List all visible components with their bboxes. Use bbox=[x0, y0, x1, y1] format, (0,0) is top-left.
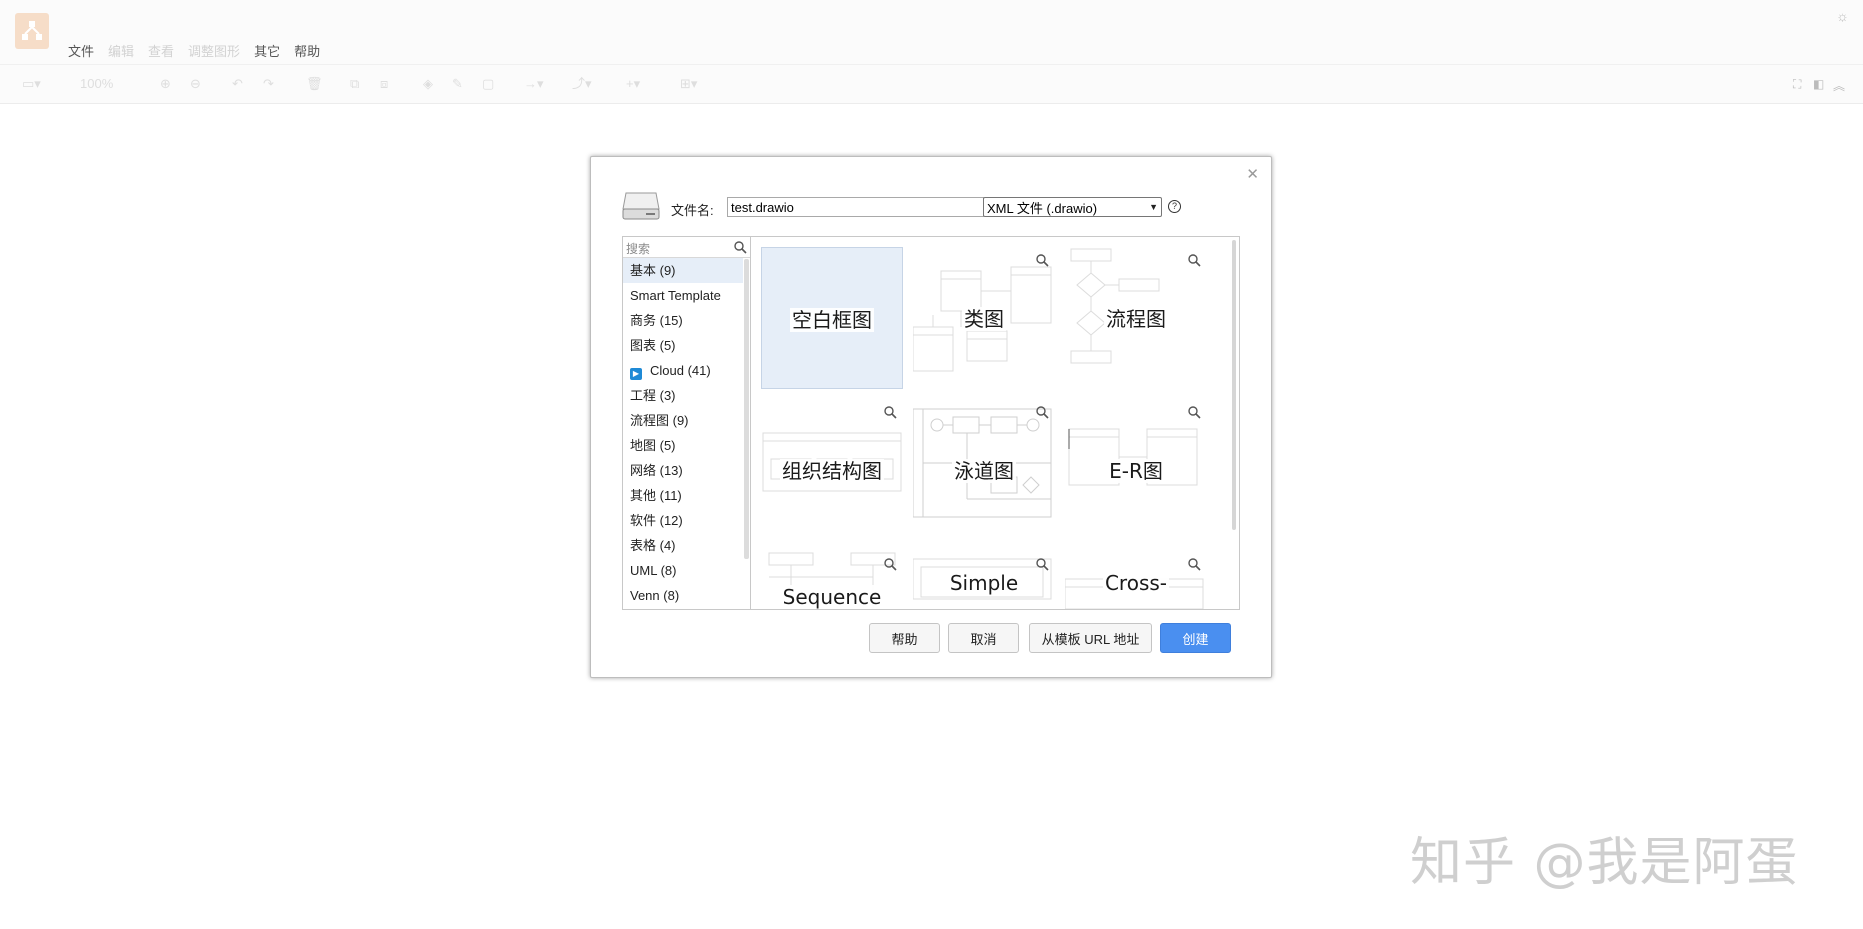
category-basic[interactable]: 基本 (9) bbox=[623, 258, 743, 283]
category-charts[interactable]: 图表 (5) bbox=[623, 333, 743, 358]
template-label: E-R图 bbox=[1107, 459, 1165, 483]
search-icon[interactable] bbox=[733, 240, 747, 254]
create-button[interactable]: 创建 bbox=[1160, 623, 1231, 653]
template-class-diagram[interactable]: 类图 bbox=[913, 247, 1055, 389]
app-header: 文件 编辑 查看 调整图形 其它 帮助 ☼ bbox=[0, 0, 1863, 64]
template-sequence[interactable]: Sequence bbox=[761, 551, 903, 609]
delete-icon[interactable]: 🗑 bbox=[306, 77, 323, 91]
zoom-preview-icon[interactable] bbox=[1035, 253, 1049, 267]
template-label: Cross- bbox=[1102, 571, 1170, 595]
toolbar: ▭▾ 100% ⊕ ⊖ ↶ ↷ 🗑 ⧉ ⧈ ◈ ✎ ▢ →▾ ⤴▾ +▾ ⊞▾ … bbox=[0, 64, 1863, 104]
template-er-diagram[interactable]: E-R图 bbox=[1065, 399, 1207, 541]
zoom-out-icon[interactable]: ⊖ bbox=[190, 77, 201, 91]
category-list: 基本 (9) Smart Template 商务 (15) 图表 (5) ▶ Cl… bbox=[623, 258, 743, 608]
filename-input[interactable] bbox=[727, 197, 984, 217]
category-maps[interactable]: 地图 (5) bbox=[623, 433, 743, 458]
close-icon[interactable]: ✕ bbox=[1246, 165, 1259, 183]
template-label: 流程图 bbox=[1104, 307, 1168, 331]
zoom-in-icon[interactable]: ⊕ bbox=[160, 77, 171, 91]
category-venn[interactable]: Venn (8) bbox=[623, 583, 743, 608]
template-simple[interactable]: Simple bbox=[913, 551, 1055, 609]
search-input[interactable]: 搜索 bbox=[626, 240, 650, 257]
play-icon: ▶ bbox=[630, 368, 642, 380]
category-tables[interactable]: 表格 (4) bbox=[623, 533, 743, 558]
theme-toggle-icon[interactable]: ☼ bbox=[1836, 8, 1849, 24]
template-label: Sequence bbox=[780, 585, 884, 609]
template-label: 组织结构图 bbox=[780, 459, 884, 483]
zoom-preview-icon[interactable] bbox=[883, 405, 897, 419]
format-toggle-icon[interactable]: ◧ bbox=[1813, 77, 1824, 91]
to-back-icon[interactable]: ⧈ bbox=[380, 77, 388, 91]
template-scrollbar[interactable] bbox=[1232, 240, 1236, 530]
drawio-logo bbox=[15, 13, 49, 49]
chevron-down-icon: ▼ bbox=[1149, 202, 1158, 212]
zoom-preview-icon[interactable] bbox=[1187, 405, 1201, 419]
watermark: 知乎 @我是阿蛋 bbox=[1410, 833, 1799, 893]
template-swimlane[interactable]: 泳道图 bbox=[913, 399, 1055, 541]
zoom-preview-icon[interactable] bbox=[1187, 253, 1201, 267]
format-panel-icon[interactable]: ▭▾ bbox=[22, 77, 41, 91]
table-icon[interactable]: ⊞▾ bbox=[680, 77, 697, 91]
template-grid: 空白框图 类图 流程图 组织结构图 泳道图 E-R图 Sequence Simp… bbox=[750, 236, 1240, 610]
fill-color-icon[interactable]: ◈ bbox=[423, 77, 433, 91]
category-smart-template[interactable]: Smart Template bbox=[623, 283, 743, 308]
category-engineering[interactable]: 工程 (3) bbox=[623, 383, 743, 408]
zoom-preview-icon[interactable] bbox=[1035, 405, 1049, 419]
category-search[interactable]: 搜索 bbox=[623, 237, 751, 258]
template-cross-functional[interactable]: Cross- bbox=[1065, 551, 1207, 609]
category-uml[interactable]: UML (8) bbox=[623, 558, 743, 583]
category-cloud[interactable]: ▶ Cloud (41) bbox=[623, 358, 743, 383]
fullscreen-icon[interactable]: ⛶ bbox=[1793, 77, 1801, 92]
shadow-icon[interactable]: ▢ bbox=[482, 77, 494, 91]
menu-file[interactable]: 文件 bbox=[68, 41, 94, 60]
cancel-button[interactable]: 取消 bbox=[948, 623, 1019, 653]
menu-view[interactable]: 查看 bbox=[148, 41, 174, 60]
undo-icon[interactable]: ↶ bbox=[232, 77, 243, 91]
zoom-preview-icon[interactable] bbox=[1187, 557, 1201, 571]
template-label: 类图 bbox=[962, 307, 1006, 331]
zoom-level[interactable]: 100% bbox=[80, 77, 113, 91]
format-select[interactable]: XML 文件 (.drawio) ▼ bbox=[983, 197, 1162, 217]
category-other[interactable]: 其他 (11) bbox=[623, 483, 743, 508]
waypoints-icon[interactable]: ⤴▾ bbox=[572, 77, 592, 91]
connection-icon[interactable]: →▾ bbox=[524, 77, 544, 91]
template-flowchart[interactable]: 流程图 bbox=[1065, 247, 1207, 389]
filename-label: 文件名: bbox=[671, 203, 714, 218]
help-button[interactable]: 帮助 bbox=[869, 623, 940, 653]
menu-extras[interactable]: 其它 bbox=[254, 41, 280, 60]
menu-bar: 文件 编辑 查看 调整图形 其它 帮助 bbox=[68, 41, 334, 60]
template-org-chart[interactable]: 组织结构图 bbox=[761, 399, 903, 541]
template-blank[interactable]: 空白框图 bbox=[761, 247, 903, 389]
category-flowchart[interactable]: 流程图 (9) bbox=[623, 408, 743, 433]
category-business[interactable]: 商务 (15) bbox=[623, 308, 743, 333]
drive-icon bbox=[622, 192, 660, 220]
insert-icon[interactable]: +▾ bbox=[626, 77, 640, 91]
menu-edit[interactable]: 编辑 bbox=[108, 41, 134, 60]
redo-icon[interactable]: ↷ bbox=[263, 77, 274, 91]
from-url-button[interactable]: 从模板 URL 地址 bbox=[1029, 623, 1152, 653]
category-cloud-label: Cloud (41) bbox=[650, 363, 711, 378]
template-label: 泳道图 bbox=[952, 459, 1016, 483]
help-icon[interactable]: ? bbox=[1168, 200, 1181, 213]
format-selected: XML 文件 (.drawio) bbox=[987, 200, 1098, 216]
template-label: Simple bbox=[947, 571, 1021, 595]
category-panel: 搜索 基本 (9) Smart Template 商务 (15) 图表 (5) … bbox=[622, 236, 751, 610]
category-scrollbar[interactable] bbox=[744, 259, 749, 559]
zoom-preview-icon[interactable] bbox=[1035, 557, 1049, 571]
zoom-preview-icon[interactable] bbox=[883, 557, 897, 571]
template-label: 空白框图 bbox=[790, 308, 874, 332]
menu-help[interactable]: 帮助 bbox=[294, 41, 320, 60]
new-diagram-dialog: ✕ 文件名: XML 文件 (.drawio) ▼ ? 搜索 基本 (9) Sm… bbox=[590, 156, 1272, 678]
category-software[interactable]: 软件 (12) bbox=[623, 508, 743, 533]
line-color-icon[interactable]: ✎ bbox=[452, 77, 463, 91]
collapse-icon[interactable]: ︽ bbox=[1833, 77, 1845, 94]
category-network[interactable]: 网络 (13) bbox=[623, 458, 743, 483]
to-front-icon[interactable]: ⧉ bbox=[350, 77, 359, 91]
menu-arrange[interactable]: 调整图形 bbox=[188, 41, 240, 60]
